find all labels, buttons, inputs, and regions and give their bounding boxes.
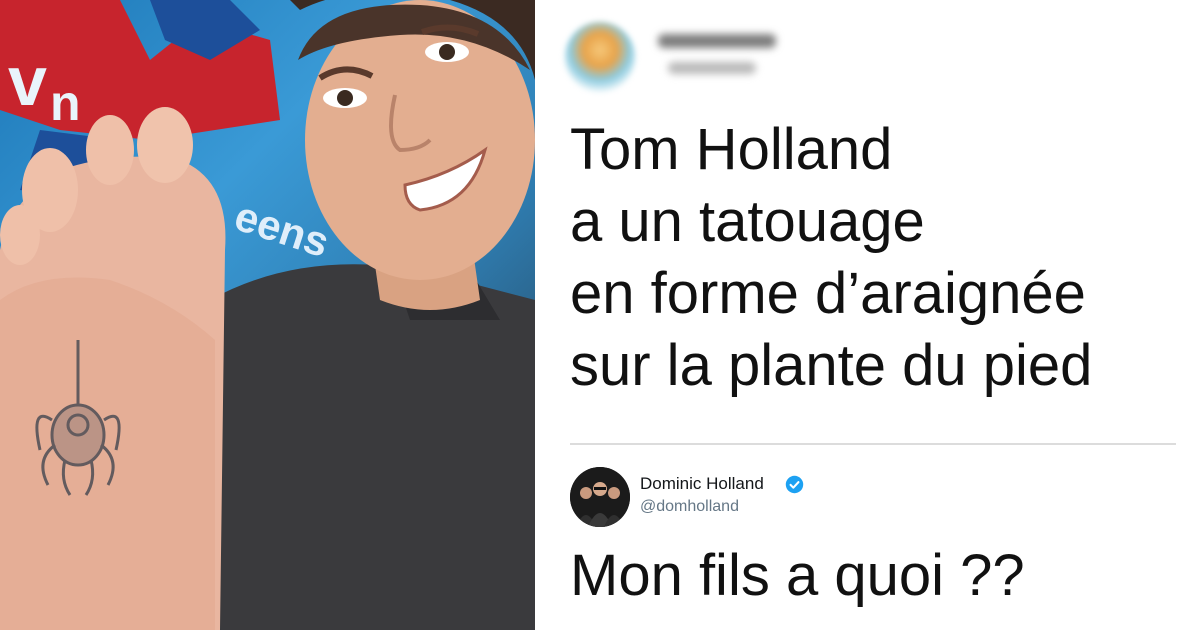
avatar-group-photo: [570, 467, 630, 527]
headline-line-3: en forme d’araignée: [570, 261, 1086, 326]
poster-letter-v: v: [8, 42, 47, 120]
headline-line-1: Tom Holland: [570, 117, 893, 182]
headline-line-4: sur la plante du pied: [570, 333, 1093, 398]
divider: [570, 443, 1176, 445]
blurred-handle: [668, 62, 756, 74]
poster-letter-n: n: [50, 75, 81, 131]
tweet-author-name[interactable]: Dominic Holland: [640, 474, 764, 494]
blurred-avatar: [565, 22, 635, 92]
headline-line-2: a un tatouage: [570, 189, 925, 254]
tweet-author-handle[interactable]: @domholland: [640, 498, 739, 516]
verified-badge-icon: [785, 475, 804, 494]
blurred-username: [658, 34, 776, 48]
hero-photo: v n eens: [0, 0, 535, 630]
headline: Tom Holland a un tatouage en forme d’ara…: [570, 114, 1195, 402]
hero-photo-illustration: v n eens: [0, 0, 535, 630]
tweet-author-avatar[interactable]: [570, 467, 630, 527]
tweet-text: Mon fils a quoi ??: [570, 543, 1025, 608]
